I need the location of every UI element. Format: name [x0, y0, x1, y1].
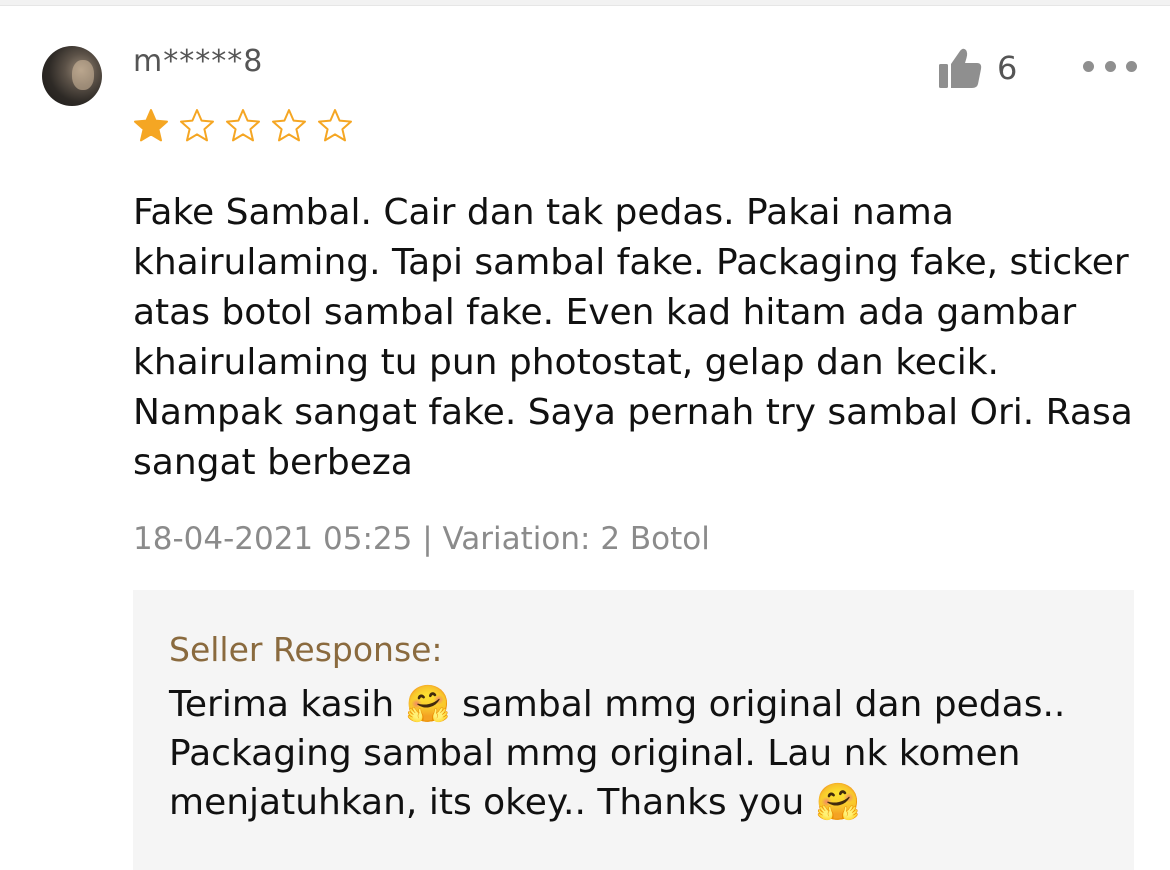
- like-button[interactable]: 6: [937, 46, 1017, 90]
- seller-response-text: Terima kasih 🤗 sambal mmg original dan p…: [169, 684, 1066, 823]
- star-filled-icon: [134, 109, 168, 142]
- star-outline-icon: [272, 109, 306, 142]
- star-outline-icon: [226, 109, 260, 142]
- reviewer-username: m*****8: [133, 44, 264, 79]
- review-meta: 18-04-2021 05:25 | Variation: 2 Botol: [133, 521, 710, 557]
- like-count: 6: [997, 49, 1018, 87]
- thumbs-up-icon: [939, 48, 982, 88]
- more-options-button[interactable]: [1083, 56, 1137, 76]
- seller-response-box: Seller Response: Terima kasih 🤗 sambal m…: [133, 590, 1134, 870]
- star-rating: [133, 108, 353, 148]
- avatar[interactable]: [42, 46, 102, 106]
- star-outline-icon: [318, 109, 352, 142]
- star-outline-icon: [180, 109, 214, 142]
- more-dots-icon: [1083, 60, 1094, 72]
- seller-response-label: Seller Response:: [169, 630, 443, 669]
- review-text: Fake Sambal. Cair dan tak pedas. Pakai n…: [133, 192, 1133, 483]
- review-card: m*****8 6 Fake Sambal. Cair dan tak peda…: [0, 6, 1170, 870]
